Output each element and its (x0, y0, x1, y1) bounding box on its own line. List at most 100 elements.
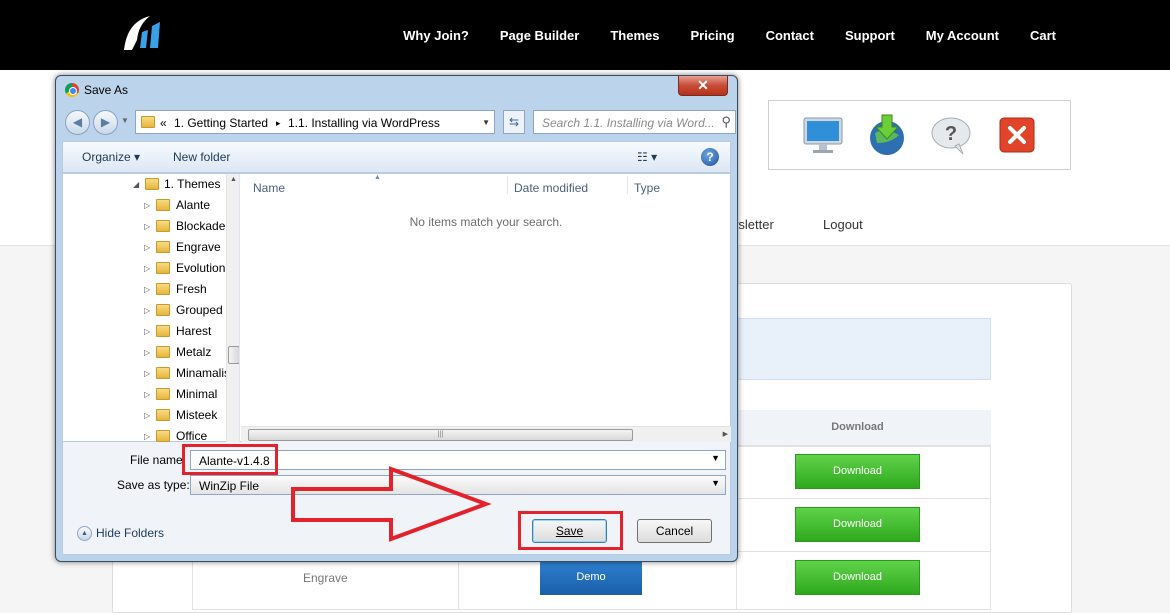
nav-page-builder[interactable]: Page Builder (500, 28, 579, 43)
account-icon-box: ? (768, 100, 1071, 170)
dialog-content: ◢ 1. Themes ▷ Alante ▷ Blockade ▷ Engrave ▷ Evo… (62, 173, 731, 443)
tree-item-minimal[interactable]: ▷ Minimal (63, 384, 227, 405)
folder-icon (156, 325, 170, 337)
help-bubble-icon[interactable]: ? (929, 113, 973, 157)
save-as-type-value: WinZip File (199, 479, 260, 493)
collapsed-arrow-icon[interactable]: ▷ (144, 201, 150, 210)
collapsed-arrow-icon[interactable]: ▷ (144, 264, 150, 273)
nav-my-account[interactable]: My Account (926, 28, 999, 43)
tree-item-grouped[interactable]: ▷ Grouped (63, 300, 227, 321)
download-button[interactable]: Download (795, 560, 920, 595)
tree-item-label: 1. Themes (164, 177, 221, 191)
tree-item-label: Harest (176, 324, 212, 338)
download-button[interactable]: Download (795, 507, 920, 542)
breadcrumb-getting-started[interactable]: 1. Getting Started (174, 116, 268, 130)
nav-why-join[interactable]: Why Join? (403, 28, 469, 43)
collapsed-arrow-icon[interactable]: ▷ (144, 432, 150, 441)
tree-item-label: Minimal (176, 387, 218, 401)
tree-item-blockade[interactable]: ▷ Blockade (63, 216, 227, 237)
search-input[interactable]: Search 1.1. Installing via Word... ⚲ (533, 110, 736, 134)
collapsed-arrow-icon[interactable]: ▷ (144, 285, 150, 294)
tree-item-label: Evolution (176, 261, 226, 275)
cancel-button[interactable]: Cancel (637, 519, 712, 543)
tree-scroll-thumb[interactable] (228, 346, 239, 364)
nav-pricing[interactable]: Pricing (690, 28, 734, 43)
collapsed-arrow-icon[interactable]: ▷ (144, 369, 150, 378)
nav-support[interactable]: Support (845, 28, 895, 43)
hide-folders-icon[interactable]: ▲ (77, 526, 92, 541)
tree-item-evolution[interactable]: ▷ Evolution (63, 258, 227, 279)
breadcrumb-separator[interactable]: ▸ (276, 118, 281, 129)
site-header: Why Join? Page Builder Themes Pricing Co… (0, 0, 1170, 70)
collapsed-arrow-icon[interactable]: ▷ (144, 411, 150, 420)
tree-item-themes[interactable]: ◢ 1. Themes (63, 174, 227, 195)
help-icon[interactable]: ? (701, 148, 719, 166)
column-separator[interactable] (627, 176, 628, 194)
folder-icon (156, 304, 170, 316)
collapsed-arrow-icon[interactable]: ▷ (144, 222, 150, 231)
site-logo-icon[interactable] (120, 12, 164, 54)
tree-item-harest[interactable]: ▷ Harest (63, 321, 227, 342)
column-type[interactable]: Type (634, 181, 660, 195)
back-arrow-icon[interactable]: ◀ (65, 110, 90, 135)
download-column-header: Download (831, 421, 884, 433)
tree-item-engrave[interactable]: ▷ Engrave (63, 237, 227, 258)
save-as-type-dropdown-icon[interactable]: ▼ (711, 478, 720, 488)
refresh-icon[interactable]: ⇆ (503, 110, 525, 134)
collapsed-arrow-icon[interactable]: ▷ (144, 243, 150, 252)
demo-button[interactable]: Demo (540, 561, 642, 595)
horizontal-scrollbar[interactable]: ||| ▶ (241, 426, 731, 442)
view-options-icon[interactable]: ☷ ▾ (637, 150, 657, 164)
horizontal-scroll-thumb[interactable]: ||| (248, 429, 633, 441)
expanded-arrow-icon[interactable]: ◢ (133, 180, 139, 189)
search-icon[interactable]: ⚲ (721, 114, 731, 130)
new-folder-button[interactable]: New folder (173, 150, 230, 164)
address-dropdown-icon[interactable]: ▼ (482, 118, 490, 127)
address-bar[interactable]: « 1. Getting Started ▸ 1.1. Installing v… (135, 110, 495, 134)
column-name[interactable]: Name (253, 181, 285, 195)
tree-item-fresh[interactable]: ▷ Fresh (63, 279, 227, 300)
scroll-right-icon[interactable]: ▶ (723, 430, 728, 438)
subnav-logout[interactable]: Logout (823, 217, 863, 232)
save-as-type-label: Save as type: (117, 478, 190, 492)
red-arrow-icon (291, 466, 492, 542)
svg-text:?: ? (945, 123, 957, 145)
tree-item-misteek[interactable]: ▷ Misteek (63, 405, 227, 426)
tree-item-label: Metalz (176, 345, 212, 359)
tree-scrollbar[interactable]: ▲ (226, 174, 239, 443)
dialog-title: Save As (84, 83, 129, 97)
close-red-icon[interactable] (995, 113, 1039, 157)
history-dropdown-icon[interactable]: ▼ (121, 116, 129, 125)
breadcrumb-overflow[interactable]: « (160, 116, 167, 130)
forward-arrow-icon[interactable]: ▶ (93, 110, 118, 135)
download-globe-icon[interactable] (865, 113, 909, 157)
sort-arrow-icon: ▲ (374, 174, 381, 181)
tree-item-alante[interactable]: ▷ Alante (63, 195, 227, 216)
collapsed-arrow-icon[interactable]: ▷ (144, 390, 150, 399)
scroll-up-icon[interactable]: ▲ (230, 176, 237, 183)
collapsed-arrow-icon[interactable]: ▷ (144, 306, 150, 315)
hide-folders-button[interactable]: Hide Folders (96, 526, 164, 540)
collapsed-arrow-icon[interactable]: ▷ (144, 348, 150, 357)
folder-tree: ◢ 1. Themes ▷ Alante ▷ Blockade ▷ Engrave ▷ Evo… (63, 174, 240, 443)
collapsed-arrow-icon[interactable]: ▷ (144, 327, 150, 336)
info-box (736, 318, 991, 380)
monitor-icon[interactable] (801, 113, 845, 157)
file-name-dropdown-icon[interactable]: ▼ (711, 453, 720, 463)
folder-icon (156, 220, 170, 232)
tree-item-metalz[interactable]: ▷ Metalz (63, 342, 227, 363)
tree-item-minamalist[interactable]: ▷ Minamalist (63, 363, 227, 384)
close-button[interactable]: ✕ (678, 76, 728, 96)
nav-themes[interactable]: Themes (610, 28, 659, 43)
download-button[interactable]: Download (795, 454, 920, 489)
breadcrumb-installing[interactable]: 1.1. Installing via WordPress (288, 116, 440, 130)
column-separator[interactable] (507, 176, 508, 194)
organize-menu[interactable]: Organize ▾ (82, 150, 140, 164)
nav-contact[interactable]: Contact (766, 28, 814, 43)
nav-cart[interactable]: Cart (1030, 28, 1056, 43)
column-date-modified[interactable]: Date modified (514, 181, 588, 195)
tree-item-label: Office (176, 429, 208, 443)
chrome-icon (65, 83, 79, 97)
theme-name: Engrave (303, 571, 348, 585)
tree-item-office[interactable]: ▷ Office (63, 426, 227, 443)
